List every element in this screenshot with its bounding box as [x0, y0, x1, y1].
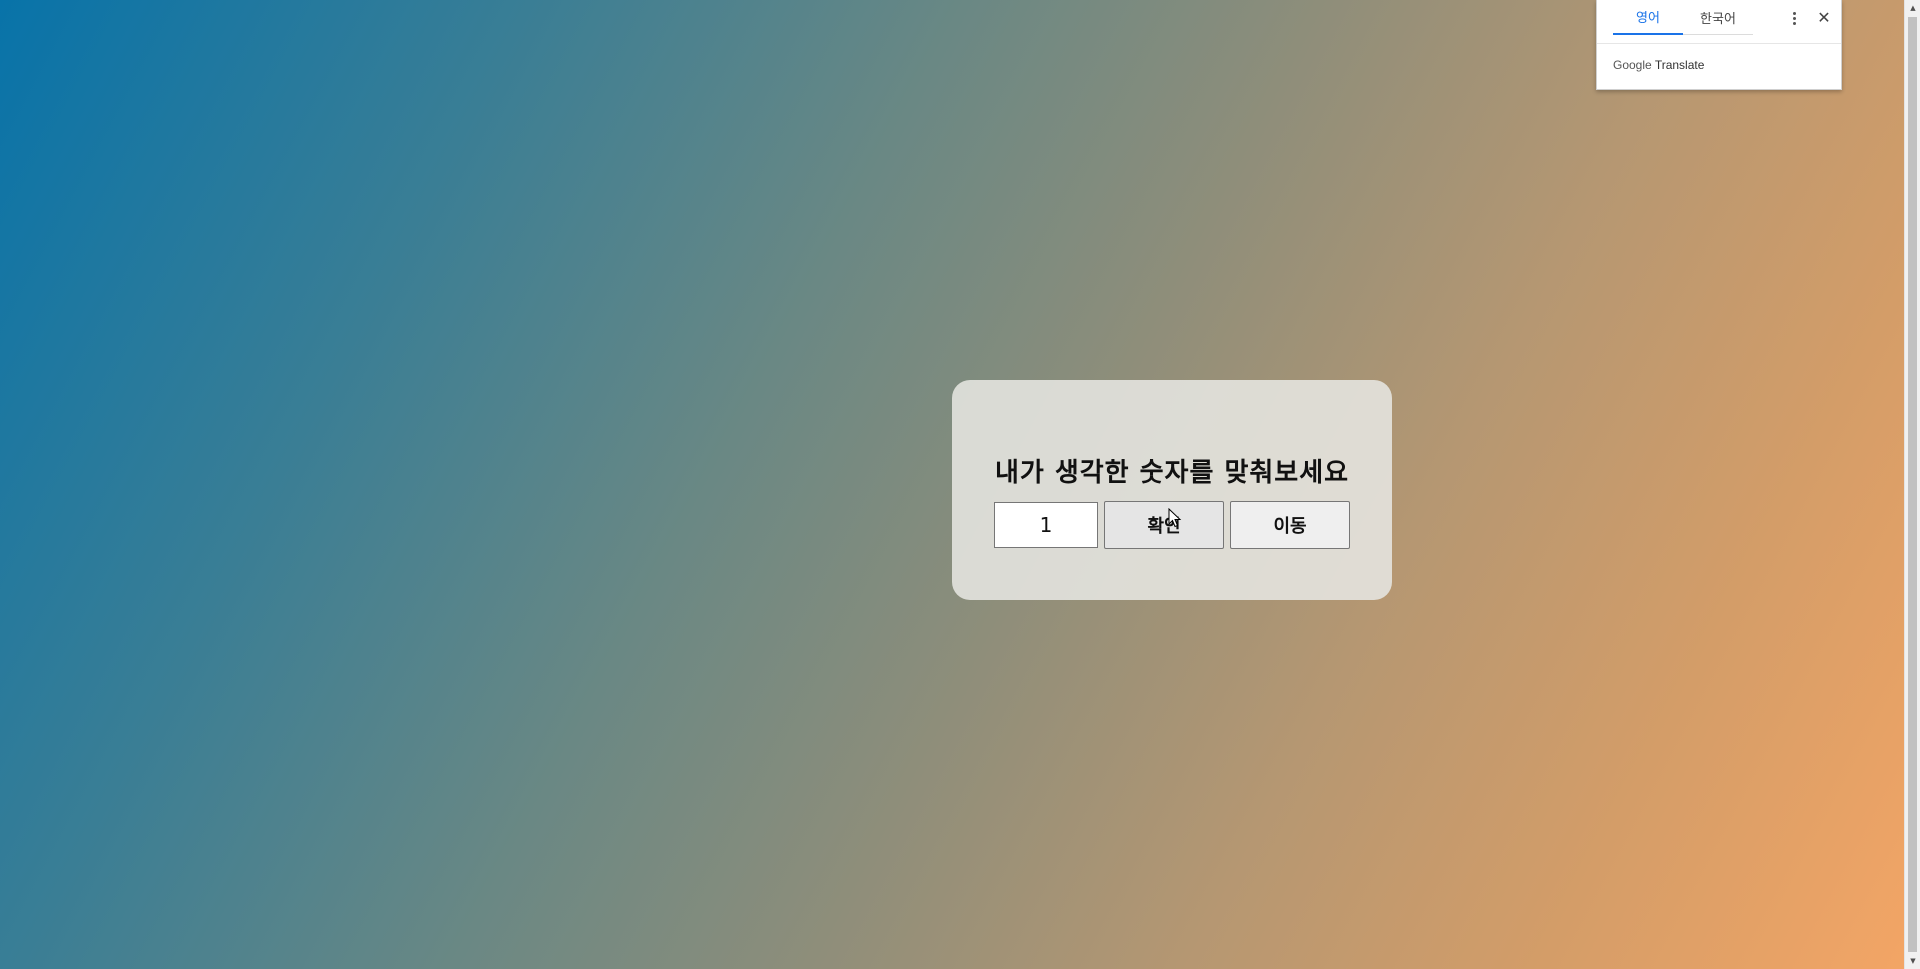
- more-vert-icon[interactable]: [1787, 8, 1801, 28]
- close-icon[interactable]: ✕: [1815, 8, 1833, 28]
- google-translate-popup: 영어 한국어 ✕ Google Translate: [1596, 0, 1842, 90]
- page-background: 내가 생각한 숫자를 맞춰보세요 확인 이동 영어 한국어 ✕ Google T…: [0, 0, 1904, 969]
- google-translate-brand: Google Translate: [1613, 58, 1704, 72]
- game-title: 내가 생각한 숫자를 맞춰보세요: [994, 458, 1350, 488]
- divider: [1597, 43, 1841, 44]
- scroll-thumb[interactable]: [1908, 17, 1917, 952]
- mouse-cursor-icon: [1168, 508, 1182, 528]
- number-input[interactable]: [994, 502, 1098, 548]
- brand-translate: Translate: [1654, 58, 1705, 72]
- move-button[interactable]: 이동: [1230, 501, 1350, 549]
- scroll-up-arrow-icon[interactable]: ▲: [1905, 0, 1920, 16]
- tab-english[interactable]: 영어: [1613, 0, 1683, 35]
- scroll-down-arrow-icon[interactable]: ▼: [1905, 953, 1920, 969]
- brand-google: Google: [1613, 58, 1652, 72]
- translate-language-tabs: 영어 한국어: [1613, 0, 1753, 36]
- tab-korean[interactable]: 한국어: [1683, 0, 1753, 35]
- confirm-button[interactable]: 확인: [1104, 501, 1224, 549]
- vertical-scrollbar[interactable]: ▲ ▼: [1904, 0, 1920, 969]
- game-card: 내가 생각한 숫자를 맞춰보세요 확인 이동: [952, 380, 1392, 600]
